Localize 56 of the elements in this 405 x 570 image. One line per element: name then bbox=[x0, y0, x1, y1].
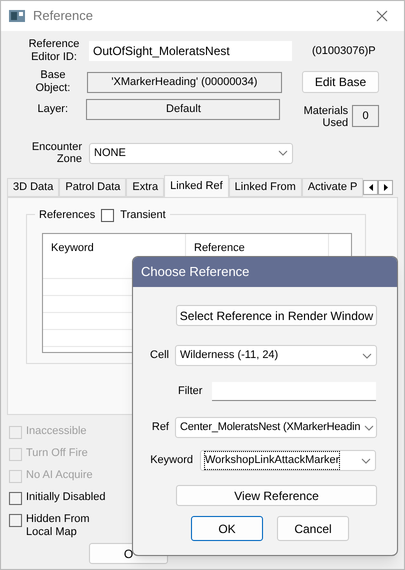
references-label: References bbox=[39, 208, 96, 223]
right-arrow-icon bbox=[384, 184, 388, 191]
tab[interactable]: Patrol Data bbox=[59, 178, 126, 197]
dialog-title: Choose Reference bbox=[141, 263, 250, 282]
checkbox-label: Initially Disabled bbox=[26, 491, 106, 504]
chevron-down-icon bbox=[361, 458, 371, 464]
transient-label: Transient bbox=[120, 208, 166, 223]
combo-value: Wilderness (-11, 24) bbox=[180, 348, 278, 364]
tab[interactable]: Linked From bbox=[228, 178, 302, 197]
cell-dropdown[interactable]: Wilderness (-11, 24) bbox=[175, 345, 377, 366]
tab[interactable]: Linked Ref bbox=[164, 175, 229, 197]
chevron-down-icon bbox=[362, 352, 372, 358]
chevron-down-icon bbox=[364, 424, 374, 430]
transient-checkbox[interactable] bbox=[101, 208, 114, 222]
checkbox-label: Inaccessible bbox=[26, 425, 87, 438]
window-title: Reference bbox=[33, 7, 93, 26]
keyword-label: Keyword bbox=[149, 453, 193, 468]
encounter-zone-dropdown[interactable]: NONE bbox=[89, 142, 293, 164]
ref-dropdown[interactable]: Center_MoleratsNest (XMarkerHeadin bbox=[175, 417, 377, 438]
keyword-dropdown[interactable]: WorkshopLinkAttackMarker bbox=[200, 450, 376, 471]
filter-label: Filter bbox=[178, 384, 202, 400]
encounter-zone-label: Encounter Zone bbox=[30, 141, 82, 165]
tab-scroll-right-button[interactable] bbox=[378, 180, 394, 195]
left-arrow-icon bbox=[368, 184, 373, 191]
layer-field: Default bbox=[86, 99, 280, 120]
close-icon[interactable] bbox=[376, 10, 388, 22]
checkbox[interactable] bbox=[9, 492, 22, 505]
materials-used-label: Materials Used bbox=[302, 105, 348, 129]
checkbox-label: No AI Acquire bbox=[26, 469, 93, 482]
combo-value: Center_MoleratsNest (XMarkerHeadin bbox=[180, 420, 360, 436]
materials-used-field: 0 bbox=[352, 105, 380, 127]
tab-scroll-left-button[interactable] bbox=[363, 180, 378, 195]
combo-value: WorkshopLinkAttackMarker bbox=[205, 452, 340, 469]
checkbox-label: Hidden From Local Map bbox=[26, 513, 91, 539]
filter-field[interactable] bbox=[212, 382, 376, 401]
select-reference-button[interactable]: Select Reference in Render Window bbox=[176, 305, 377, 326]
editor-id-field[interactable]: OutOfSight_MoleratsNest bbox=[89, 41, 292, 61]
form-id: (01003076)P bbox=[312, 44, 376, 59]
combo-value: NONE bbox=[94, 146, 126, 161]
layer-label: Layer: bbox=[36, 102, 70, 117]
tab[interactable]: 3D Data bbox=[7, 178, 60, 197]
window-icon bbox=[9, 10, 25, 22]
tab[interactable]: Extra bbox=[126, 178, 164, 197]
base-object-field: 'XMarkerHeading' (00000034) bbox=[86, 72, 282, 92]
checkbox[interactable] bbox=[9, 514, 22, 527]
view-reference-button[interactable]: View Reference bbox=[176, 485, 377, 506]
ref-label: Ref bbox=[150, 420, 169, 436]
cell-label: Cell bbox=[149, 348, 169, 364]
editor-id-label: Reference Editor ID: bbox=[28, 38, 80, 64]
cancel-button[interactable]: Cancel bbox=[277, 516, 349, 541]
tab[interactable]: Activate P bbox=[302, 178, 364, 197]
checkbox-label: Turn Off Fire bbox=[26, 447, 88, 460]
ok-button[interactable]: OK bbox=[191, 516, 263, 541]
edit-base-button[interactable]: Edit Base bbox=[302, 71, 379, 93]
chevron-down-icon bbox=[278, 150, 288, 156]
base-object-label: Base Object: bbox=[34, 69, 72, 95]
